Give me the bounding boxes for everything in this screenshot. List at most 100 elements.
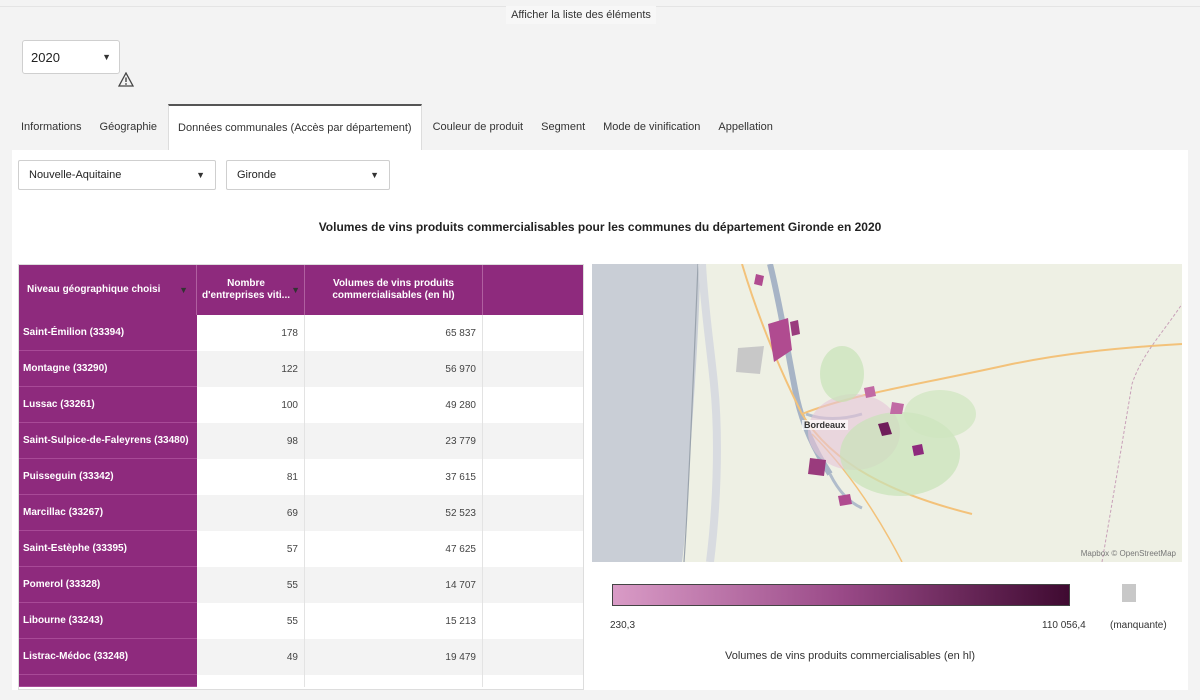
cell-commune: Saint-Émilion (33394) [19, 315, 197, 351]
commune-polygon[interactable] [808, 458, 826, 476]
commune-polygon[interactable] [838, 494, 852, 506]
commune-polygon[interactable] [754, 274, 764, 286]
cell-volume: 23 779 [305, 423, 483, 459]
commune-polygon[interactable] [912, 444, 924, 456]
tab-appellation[interactable]: Appellation [709, 104, 781, 150]
cell-empty [483, 567, 583, 603]
cell-commune: Marcillac (33267) [19, 495, 197, 531]
sort-caret-icon[interactable]: ▼ [179, 284, 188, 296]
caret-down-icon: ▼ [102, 52, 111, 62]
cell-volume: 14 707 [305, 567, 483, 603]
department-select-value: Gironde [237, 169, 277, 181]
sort-caret-icon[interactable]: ▼ [291, 284, 300, 296]
cell-empty [483, 423, 583, 459]
tab-mode-vinification[interactable]: Mode de vinification [594, 104, 709, 150]
cell-entreprises: 122 [197, 351, 305, 387]
table-row-partial[interactable] [19, 675, 583, 687]
tab-bar: Informations Géographie Données communal… [12, 104, 782, 150]
column-header-commune-label: Niveau géographique choisi [27, 284, 161, 295]
cell-commune: Listrac-Médoc (33248) [19, 639, 197, 675]
table-row[interactable]: Saint-Sulpice-de-Faleyrens (33480) 98 23 7… [19, 423, 583, 459]
cell-empty [483, 603, 583, 639]
commune-polygon[interactable] [790, 320, 800, 336]
cell-commune: Saint-Estèphe (33395) [19, 531, 197, 567]
region-select-value: Nouvelle-Aquitaine [29, 169, 122, 181]
cell-entreprises: 98 [197, 423, 305, 459]
year-select-value: 2020 [31, 49, 60, 65]
page-title: Volumes de vins produits commercialisabl… [318, 220, 882, 234]
show-elements-link[interactable]: Afficher la liste des éléments [506, 6, 656, 24]
cell-commune: Pomerol (33328) [19, 567, 197, 603]
legend-color-scale [612, 584, 1070, 606]
cell-entreprises [197, 675, 305, 687]
cell-empty [483, 639, 583, 675]
cell-entreprises: 57 [197, 531, 305, 567]
column-header-entreprises[interactable]: Nombre d'entreprises viti... ▼ [197, 265, 305, 315]
table-row[interactable]: Lussac (33261) 100 49 280 [19, 387, 583, 423]
cell-volume [305, 675, 483, 687]
vineyard-zone [904, 390, 976, 438]
column-header-commune[interactable]: Niveau géographique choisi ▼ [19, 265, 197, 315]
tab-donnees-communales[interactable]: Données communales (Accès par départemen… [168, 104, 422, 150]
table-row[interactable]: Listrac-Médoc (33248) 49 19 479 [19, 639, 583, 675]
caret-down-icon: ▼ [196, 170, 205, 180]
department-border [1101, 303, 1182, 562]
legend-missing-swatch [1122, 584, 1136, 602]
legend-missing-label: (manquante) [1110, 620, 1167, 631]
cell-entreprises: 69 [197, 495, 305, 531]
warning-icon [118, 72, 134, 87]
commune-polygon[interactable] [890, 402, 904, 414]
region-select[interactable]: Nouvelle-Aquitaine ▼ [18, 160, 216, 190]
table-row[interactable]: Saint-Émilion (33394) 178 65 837 [19, 315, 583, 351]
cell-empty [483, 351, 583, 387]
legend-title: Volumes de vins produits commercialisabl… [724, 650, 976, 662]
cell-volume: 37 615 [305, 459, 483, 495]
year-select[interactable]: 2020 ▼ [22, 40, 120, 74]
table-row[interactable]: Pomerol (33328) 55 14 707 [19, 567, 583, 603]
department-select[interactable]: Gironde ▼ [226, 160, 390, 190]
cell-empty [483, 387, 583, 423]
tab-segment[interactable]: Segment [532, 104, 594, 150]
cell-commune: Puisseguin (33342) [19, 459, 197, 495]
cell-volume: 49 280 [305, 387, 483, 423]
cell-entreprises: 55 [197, 567, 305, 603]
column-header-entreprises-label: Nombre d'entreprises viti... [202, 278, 291, 301]
table-row[interactable]: Puisseguin (33342) 81 37 615 [19, 459, 583, 495]
column-header-empty [483, 265, 583, 315]
cell-entreprises: 100 [197, 387, 305, 423]
cell-volume: 15 213 [305, 603, 483, 639]
table-row[interactable]: Libourne (33243) 55 15 213 [19, 603, 583, 639]
cell-commune: Libourne (33243) [19, 603, 197, 639]
lagoon [698, 264, 721, 562]
table-row[interactable]: Marcillac (33267) 69 52 523 [19, 495, 583, 531]
table-header: Niveau géographique choisi ▼ Nombre d'en… [19, 265, 583, 315]
caret-down-icon: ▼ [370, 170, 379, 180]
table-row[interactable]: Saint-Estèphe (33395) 57 47 625 [19, 531, 583, 567]
cell-entreprises: 81 [197, 459, 305, 495]
cell-entreprises: 49 [197, 639, 305, 675]
map-city-label: Bordeaux [802, 420, 848, 430]
commune-polygon-missing[interactable] [736, 346, 764, 374]
cell-empty [483, 459, 583, 495]
cell-empty [483, 531, 583, 567]
cell-empty [483, 675, 583, 687]
cell-empty [483, 315, 583, 351]
vineyard-zone [820, 346, 864, 402]
commune-polygon[interactable] [864, 386, 876, 398]
ocean-area [592, 264, 700, 562]
cell-volume: 56 970 [305, 351, 483, 387]
table-row[interactable]: Montagne (33290) 122 56 970 [19, 351, 583, 387]
content-panel: Nouvelle-Aquitaine ▼ Gironde ▼ Volumes d… [12, 150, 1188, 690]
map-canvas[interactable] [592, 264, 1182, 562]
legend-max-value: 110 056,4 [1042, 620, 1086, 631]
tab-geographie[interactable]: Géographie [91, 104, 167, 150]
map-attribution[interactable]: Mapbox © OpenStreetMap [1081, 549, 1176, 558]
table-body: Saint-Émilion (33394) 178 65 837 Montagne … [19, 315, 583, 687]
cell-commune: Lussac (33261) [19, 387, 197, 423]
cell-entreprises: 178 [197, 315, 305, 351]
cell-commune: Saint-Sulpice-de-Faleyrens (33480) [19, 423, 197, 459]
tab-informations[interactable]: Informations [12, 104, 91, 150]
tab-couleur-produit[interactable]: Couleur de produit [424, 104, 533, 150]
column-header-volume[interactable]: Volumes de vins produits commercialisabl… [305, 265, 483, 315]
choropleth-map[interactable]: Bordeaux Mapbox © OpenStreetMap [592, 264, 1182, 562]
